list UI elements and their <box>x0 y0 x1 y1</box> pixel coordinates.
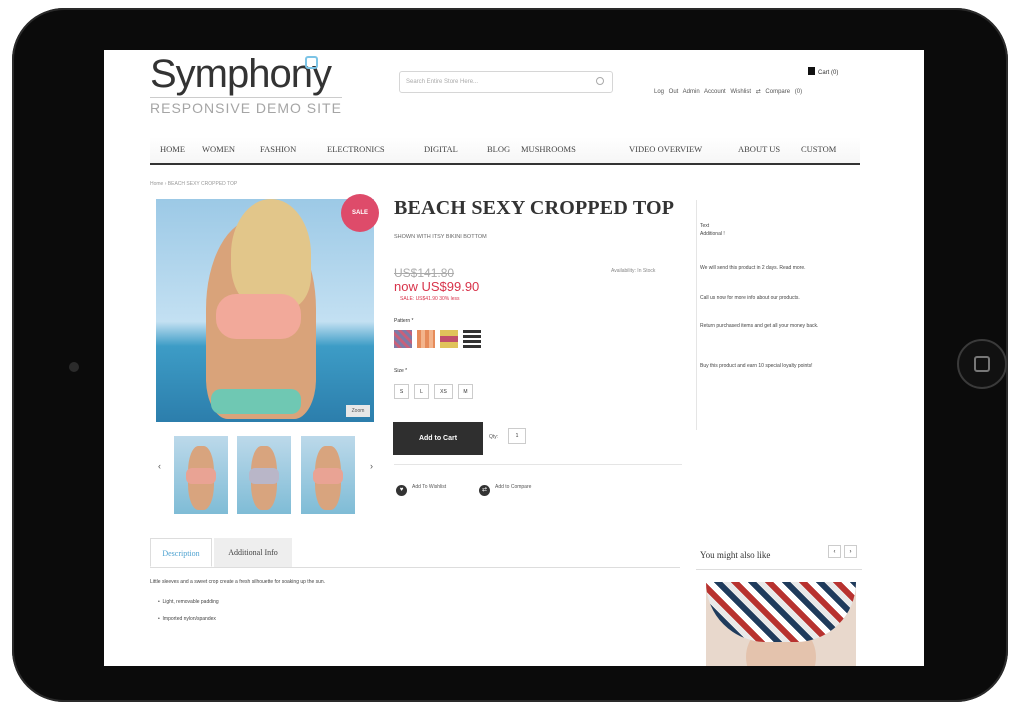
related-product-image[interactable] <box>706 582 856 666</box>
product-subtitle: SHOWN WITH ITSY BIKINI BOTTOM <box>394 234 487 240</box>
nav-item-home[interactable]: HOME <box>160 144 185 154</box>
size-option-l[interactable]: L <box>414 384 429 399</box>
compare-arrows-icon: ⇄ <box>479 485 490 496</box>
pattern-swatch-2[interactable] <box>417 330 435 348</box>
carousel-prev-button[interactable]: ‹ <box>828 545 841 558</box>
savings-info: SALE: US$41.90 30% less <box>400 296 460 302</box>
compare-product-link[interactable]: ⇄ Add to Compare <box>479 484 531 496</box>
size-option-xs[interactable]: XS <box>434 384 453 399</box>
sidebar-shipping-note[interactable]: We will send this product in 2 days. Rea… <box>700 265 855 272</box>
nav-item-digital[interactable]: DIGITAL <box>424 144 458 154</box>
pattern-label: Pattern * <box>394 318 414 324</box>
compare-icon: ⇄ <box>755 89 761 95</box>
thumb-top <box>186 468 216 484</box>
product-main-image[interactable] <box>156 199 374 422</box>
model-hair <box>231 199 311 309</box>
cart-link[interactable]: Cart (0) <box>808 67 838 76</box>
sidebar-text: Text <box>700 223 710 229</box>
breadcrumb[interactable]: Home › BEACH SEXY CROPPED TOP <box>150 181 237 187</box>
thumbnail-1[interactable] <box>174 436 228 514</box>
pattern-swatch-4[interactable] <box>463 330 481 348</box>
thumb-top <box>313 468 343 484</box>
product-title: BEACH SEXY CROPPED TOP <box>394 197 675 219</box>
home-button[interactable] <box>957 339 1007 389</box>
top-links[interactable]: Log Out Admin Account Wishlist ⇄ Compare… <box>654 88 802 95</box>
tab-additional-info[interactable]: Additional Info <box>214 538 292 567</box>
thumbnail-2[interactable] <box>237 436 291 514</box>
search-input[interactable]: Search Entire Store Here... <box>399 71 613 93</box>
availability: Availability: In Stock <box>611 268 656 274</box>
bag-icon <box>808 67 815 75</box>
tab-description[interactable]: Description <box>150 538 212 567</box>
sale-badge: SALE <box>341 194 379 232</box>
cart-label: Cart (0) <box>818 70 839 76</box>
logo-badge-icon <box>305 56 318 69</box>
pattern-swatch-1[interactable] <box>394 330 412 348</box>
thumbnail-3[interactable] <box>301 436 355 514</box>
pattern-swatch-3[interactable] <box>440 330 458 348</box>
sidebar-call-note: Call us now for more info about our prod… <box>700 295 800 301</box>
old-price: US$141.80 <box>394 266 455 280</box>
wishlist-label: Add To Wishlist <box>412 484 447 490</box>
thumb-top <box>249 468 279 484</box>
product-tabs: Description Additional Info <box>150 538 680 568</box>
heart-icon: ♥ <box>396 485 407 496</box>
account-links[interactable]: Log Out Admin Account Wishlist <box>654 89 751 95</box>
sidebar-loyalty-note: Buy this product and earn 10 special loy… <box>700 363 813 369</box>
nav-item-about-us[interactable]: ABOUT US <box>738 144 780 154</box>
sidebar-return-note: Return purchased items and get all your … <box>700 323 819 329</box>
home-square-icon <box>974 356 990 372</box>
nav-item-blog[interactable]: BLOG <box>487 144 510 154</box>
screen: Symphony RESPONSIVE DEMO SITE Search Ent… <box>104 50 924 666</box>
sale-price: now US$99.90 <box>394 279 480 294</box>
description-bullet: • Light, removable padding <box>158 599 219 605</box>
description-text: Little sleeves and a sweet crop create a… <box>150 579 326 585</box>
you-might-also-like: You might also like ‹ › <box>696 540 862 570</box>
search-placeholder: Search Entire Store Here... <box>406 79 479 85</box>
nav-item-mushrooms[interactable]: MUSHROOMS <box>521 144 576 154</box>
nav-item-women[interactable]: WOMEN <box>202 144 235 154</box>
add-to-cart-button[interactable]: Add to Cart <box>393 422 483 455</box>
zoom-button[interactable]: Zoom <box>346 405 370 417</box>
size-option-m[interactable]: M <box>458 384 473 399</box>
description-bullet: • Imported nylon/spandex <box>158 616 216 622</box>
carousel-next-button[interactable]: › <box>844 545 857 558</box>
qty-input[interactable]: 1 <box>508 428 526 444</box>
divider <box>394 464 682 465</box>
nav-item-custom[interactable]: CUSTOM <box>801 144 836 154</box>
nav-item-video-overview[interactable]: VIDEO OVERVIEW <box>629 144 702 154</box>
you-might-title: You might also like <box>700 550 771 560</box>
size-option-s[interactable]: S <box>394 384 409 399</box>
wishlist-link[interactable]: ♥ Add To Wishlist <box>396 484 446 496</box>
model-top <box>216 294 301 339</box>
thumbs-prev-arrow[interactable]: ‹ <box>158 461 161 471</box>
compare-link[interactable]: Compare (0) <box>765 89 802 95</box>
search-icon[interactable] <box>596 77 604 85</box>
size-label: Size * <box>394 368 408 374</box>
nav-item-fashion[interactable]: FASHION <box>260 144 296 154</box>
headwrap <box>706 582 856 642</box>
nav-item-electronics[interactable]: ELECTRONICS <box>327 144 385 154</box>
site-tagline: RESPONSIVE DEMO SITE <box>150 97 342 116</box>
sidebar-additional: Additional ! <box>700 231 725 237</box>
model-bottom <box>211 389 301 414</box>
qty-label: Qty: <box>489 434 499 440</box>
bullet-text: Imported nylon/spandex <box>162 616 216 622</box>
thumbs-next-arrow[interactable]: › <box>370 461 373 471</box>
main-nav: HOME WOMEN FASHION ELECTRONICS DIGITAL B… <box>150 137 860 165</box>
compare-label: Add to Compare <box>495 484 532 490</box>
bullet-text: Light, removable padding <box>162 599 219 605</box>
site-logo[interactable]: Symphony <box>150 52 332 97</box>
camera <box>69 362 79 372</box>
